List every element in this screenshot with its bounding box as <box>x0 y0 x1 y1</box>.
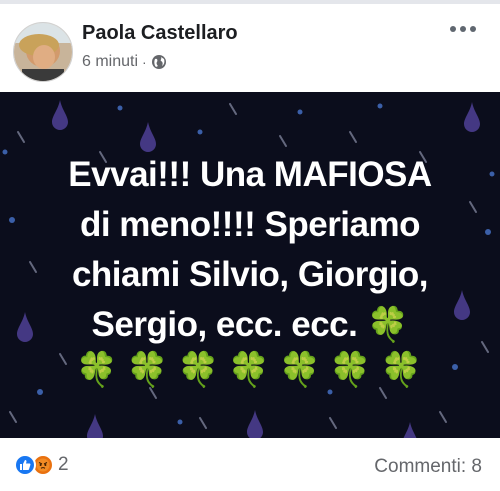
clover-emoji: 🍀 <box>278 351 323 389</box>
clover-emoji: 🍀 <box>227 351 273 389</box>
meta-separator: · <box>142 54 147 70</box>
reactions-summary[interactable]: 2 <box>14 454 69 476</box>
clover-emoji: 🍀 <box>366 306 409 344</box>
text-line-4: Sergio, ecc. ecc. <box>91 305 358 344</box>
clover-emoji: 🍀 <box>75 351 120 389</box>
post-time[interactable]: 6 minuti <box>82 53 138 71</box>
author-name[interactable]: Paola Castellaro <box>82 22 238 45</box>
comments-link[interactable]: Commenti: 8 <box>374 456 482 478</box>
clover-row: 🍀 🍀 🍀 🍀 🍀 🍀 🍀 <box>0 350 500 390</box>
text-line-1: Evvai!!! Una MAFIOSA <box>68 155 432 194</box>
clover-emoji: 🍀 <box>329 351 374 389</box>
text-line-2: di meno!!!! Speriamo <box>79 205 421 244</box>
reaction-count: 2 <box>58 454 69 475</box>
post-header: Paola Castellaro 6 minuti · <box>0 4 500 92</box>
avatar[interactable] <box>13 22 73 82</box>
post-image[interactable]: Evvai!!! Una MAFIOSA di meno!!!! Speriam… <box>0 92 500 438</box>
more-options-icon[interactable] <box>450 26 476 32</box>
text-line-3: chiami Silvio, Giorgio, <box>71 255 429 294</box>
like-icon <box>14 454 36 476</box>
post-meta: 6 minuti · <box>82 53 167 71</box>
clover-emoji: 🍀 <box>380 351 425 389</box>
post-footer: 2 Commenti: 8 <box>0 438 500 491</box>
clover-emoji: 🍀 <box>177 351 222 389</box>
post-text: Evvai!!! Una MAFIOSA di meno!!!! Speriam… <box>0 150 500 350</box>
clover-emoji: 🍀 <box>126 351 171 389</box>
text-line-4-wrap: Sergio, ecc. ecc. 🍀 <box>0 300 500 350</box>
globe-icon <box>151 54 167 70</box>
